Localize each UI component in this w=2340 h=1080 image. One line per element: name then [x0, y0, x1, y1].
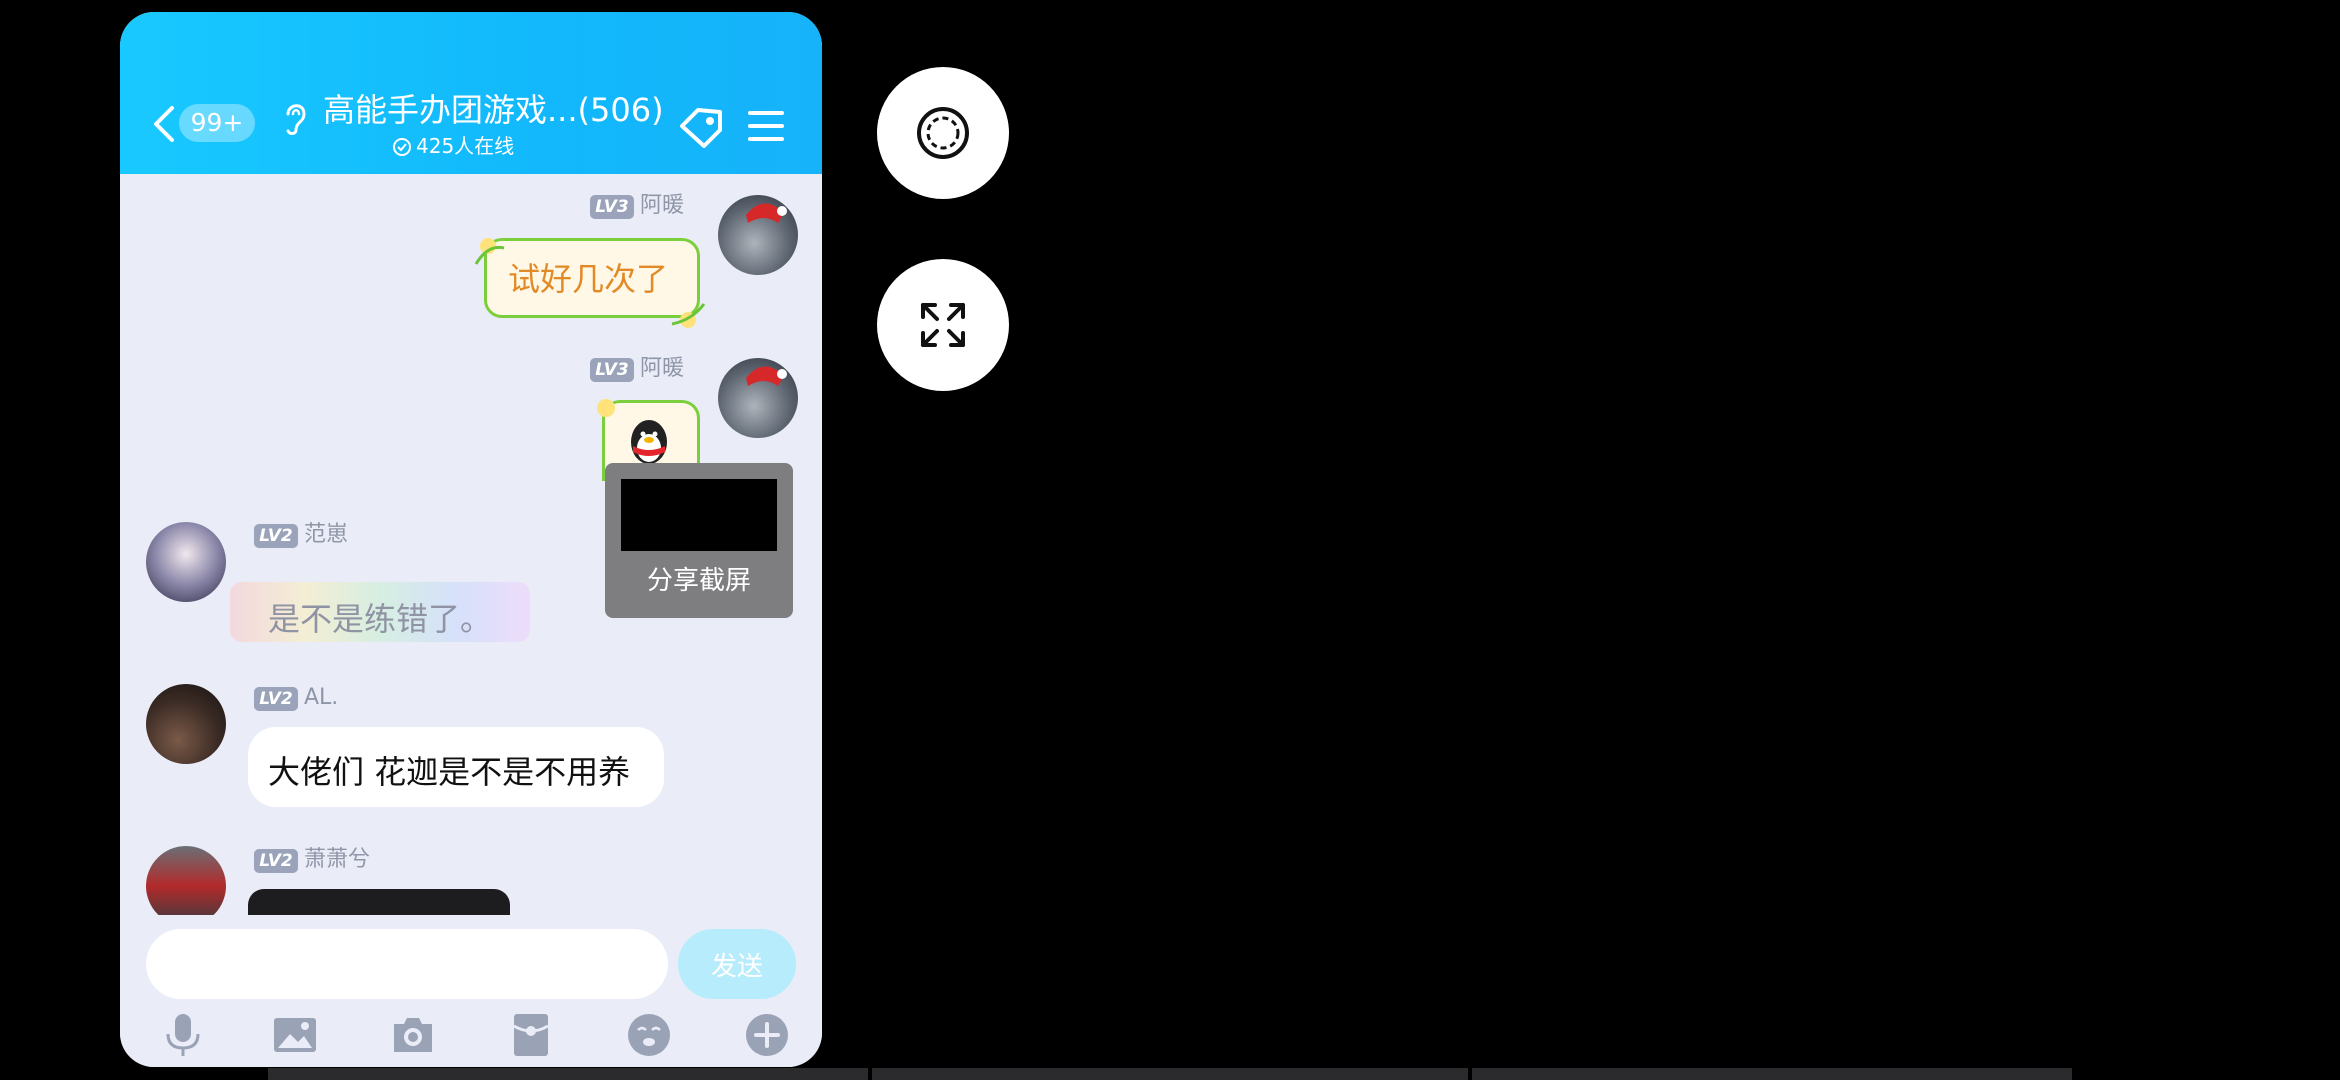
fullscreen-button[interactable]: [877, 259, 1009, 391]
qq-penguin-icon: [631, 420, 667, 464]
sender-name[interactable]: 萧萧兮: [304, 847, 370, 873]
ear-icon: [286, 104, 306, 135]
group-title[interactable]: 高能手办团游戏...(506): [323, 88, 664, 132]
share-screenshot-label[interactable]: 分享截屏: [605, 563, 793, 599]
group-tag-icon[interactable]: [676, 104, 726, 150]
image-icon[interactable]: [272, 1012, 318, 1058]
screenshot-icon: [917, 107, 969, 159]
chat-header: 99+ 高能手办团游戏...(506) 425人在线: [120, 12, 822, 174]
plus-icon[interactable]: [744, 1012, 790, 1058]
nav-bar-segment: [268, 1068, 868, 1080]
level-badge: LV2: [254, 849, 298, 873]
sender-name[interactable]: 范崽: [304, 522, 348, 548]
nav-bar-segment: [872, 1068, 1468, 1080]
unread-badge[interactable]: 99+: [179, 104, 255, 142]
sender-avatar[interactable]: [146, 846, 226, 926]
share-screenshot-popup[interactable]: 分享截屏: [605, 463, 793, 618]
message-text: 是不是练错了。: [268, 600, 493, 638]
sender-avatar[interactable]: [146, 522, 226, 602]
sender-avatar[interactable]: [718, 358, 798, 438]
message-text: 试好几次了: [508, 260, 669, 298]
level-badge: LV3: [590, 358, 634, 382]
send-button[interactable]: 发送: [678, 929, 796, 999]
santa-hat-icon: [746, 203, 787, 223]
online-status-icon: [393, 138, 411, 156]
red-packet-icon[interactable]: [508, 1012, 554, 1058]
screenshot-button[interactable]: [877, 67, 1009, 199]
santa-hat-icon: [746, 366, 787, 386]
chat-window: 99+ 高能手办团游戏...(506) 425人在线 LV3 阿暖 试好几次了 …: [120, 12, 822, 1067]
sender-name[interactable]: 阿暖: [640, 356, 684, 382]
level-badge: LV2: [254, 687, 298, 711]
level-badge: LV2: [254, 524, 298, 548]
sender-name[interactable]: AL.: [304, 685, 338, 711]
microphone-icon[interactable]: [160, 1012, 206, 1058]
level-badge: LV3: [590, 195, 634, 219]
sender-avatar[interactable]: [718, 195, 798, 275]
message-input[interactable]: [146, 929, 668, 999]
online-count: 425人在线: [416, 134, 515, 158]
emoji-icon[interactable]: [626, 1012, 672, 1058]
back-icon[interactable]: [148, 102, 178, 146]
sender-avatar[interactable]: [146, 684, 226, 764]
fullscreen-icon: [921, 303, 965, 347]
camera-icon[interactable]: [390, 1012, 436, 1058]
sender-name[interactable]: 阿暖: [640, 193, 684, 219]
flower-icon: [597, 399, 615, 417]
menu-icon[interactable]: [748, 109, 784, 143]
nav-bar-segment: [1472, 1068, 2072, 1080]
screenshot-preview[interactable]: [621, 479, 777, 551]
message-text: 大佬们 花迦是不是不用养: [268, 753, 631, 791]
